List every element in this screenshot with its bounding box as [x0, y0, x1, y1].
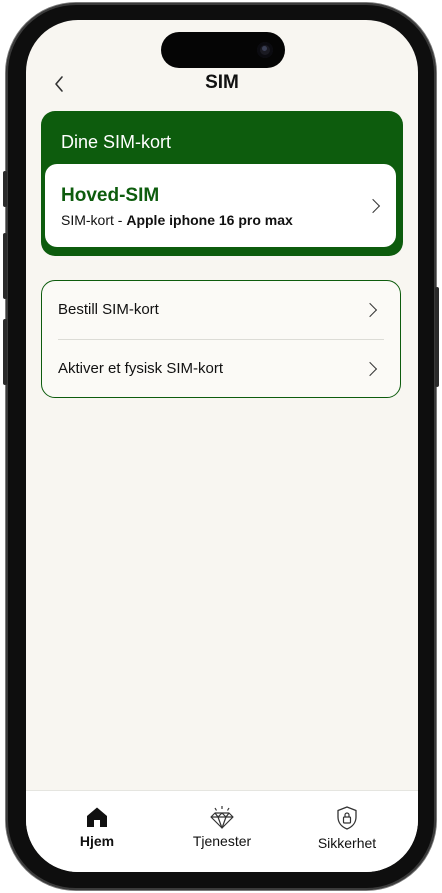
- tab-security-label: Sikkerhet: [317, 835, 377, 851]
- shield-lock-icon: [337, 806, 357, 830]
- power-button: [435, 287, 439, 387]
- sim-card-type: SIM-kort -: [61, 212, 127, 228]
- sim-card-name: Hoved-SIM: [61, 185, 160, 206]
- diamond-icon: [210, 806, 234, 829]
- tab-home[interactable]: Hjem: [47, 805, 147, 849]
- dynamic-island: [161, 32, 285, 68]
- volume-down-button: [3, 319, 7, 385]
- sim-cards-heading: Dine SIM-kort: [61, 132, 172, 152]
- app-screen: SIM Dine SIM-kort Hoved-SIM SIM-kort - A…: [26, 20, 418, 872]
- sim-card-subtitle: SIM-kort - Apple iphone 16 pro max: [61, 212, 293, 228]
- tab-services-label: Tjenester: [192, 833, 252, 849]
- bottom-tab-bar: Hjem Tjenester Sikkerhet: [26, 790, 418, 872]
- camera-icon: [257, 42, 273, 58]
- activate-physical-sim-row[interactable]: Aktiver et fysisk SIM-kort: [42, 340, 400, 398]
- page-title: SIM: [205, 72, 239, 93]
- home-icon: [87, 807, 107, 827]
- tab-services[interactable]: Tjenester: [172, 805, 272, 849]
- action-button: [3, 171, 7, 207]
- tab-security[interactable]: Sikkerhet: [297, 805, 397, 851]
- main-sim-card[interactable]: Hoved-SIM SIM-kort - Apple iphone 16 pro…: [45, 164, 396, 247]
- sim-options-list: Bestill SIM-kort Aktiver et fysisk SIM-k…: [41, 280, 401, 398]
- order-sim-label: Bestill SIM-kort: [58, 301, 159, 318]
- order-sim-row[interactable]: Bestill SIM-kort: [42, 281, 400, 339]
- sim-card-device: Apple iphone 16 pro max: [126, 212, 293, 228]
- activate-sim-label: Aktiver et fysisk SIM-kort: [58, 360, 224, 377]
- chevron-right-icon: [362, 361, 378, 377]
- chevron-right-icon: [365, 198, 381, 214]
- chevron-right-icon: [362, 302, 378, 318]
- volume-up-button: [3, 233, 7, 299]
- tab-home-label: Hjem: [79, 833, 115, 849]
- sim-cards-panel: Dine SIM-kort Hoved-SIM SIM-kort - Apple…: [41, 111, 403, 256]
